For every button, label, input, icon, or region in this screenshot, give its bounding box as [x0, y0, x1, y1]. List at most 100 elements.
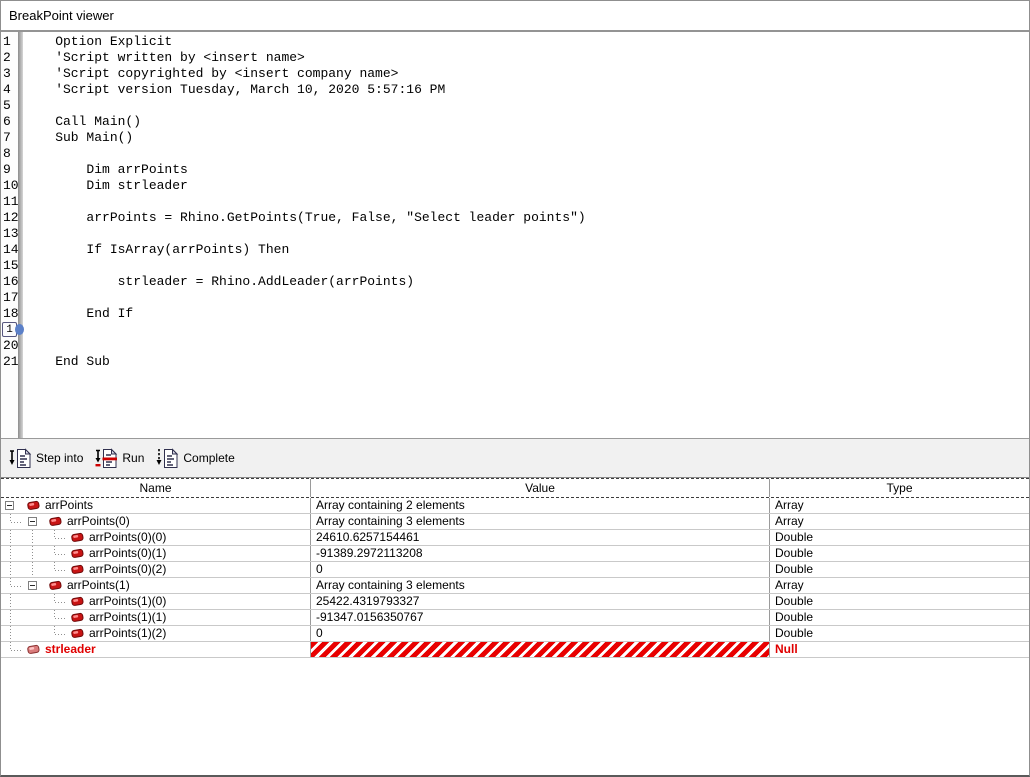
table-row[interactable]: arrPoints(1)(0) 25422.4319793327 Double [1, 594, 1029, 610]
variable-name: arrPoints(0)(2) [89, 562, 167, 576]
run-label: Run [122, 451, 145, 465]
variable-type: Array [775, 514, 804, 528]
current-line-marker: 1 [2, 322, 24, 337]
debug-toolbar: Step into Run Complete [1, 439, 1029, 478]
line-number: 4 [3, 82, 11, 97]
table-row[interactable]: arrPoints(1) Array containing 3 elements… [1, 578, 1029, 594]
variable-value: 24610.6257154461 [311, 530, 770, 545]
line-number: 18 [3, 306, 19, 321]
tree-guide-line [1, 594, 23, 609]
code-line: 'Script version Tuesday, March 10, 2020 … [24, 82, 446, 97]
line-number: 15 [3, 258, 19, 273]
variable-name: arrPoints [45, 498, 94, 512]
variable-name: arrPoints(1) [67, 578, 130, 592]
code-line: strleader = Rhino.AddLeader(arrPoints) [24, 274, 415, 289]
variable-type: Double [775, 546, 814, 560]
table-row[interactable]: arrPoints(0)(1) -91389.2972113208 Double [1, 546, 1029, 562]
variable-value: Array containing 2 elements [311, 498, 770, 513]
code-line: 'Script copyrighted by <insert company n… [24, 66, 399, 81]
variable-type: Null [775, 642, 798, 656]
variable-type: Array [775, 498, 804, 512]
breakpoint-viewer-window: BreakPoint viewer 1 2 3 4 5 6 7 8 9 10 1… [0, 0, 1030, 777]
tree-guide-line [1, 642, 23, 657]
variable-icon [27, 498, 40, 513]
variable-name: strleader [45, 642, 96, 656]
table-row[interactable]: arrPoints Array containing 2 elements Ar… [1, 498, 1029, 514]
tree-guide-line [45, 530, 67, 545]
variable-icon [71, 546, 84, 561]
complete-label: Complete [183, 451, 235, 465]
code-line: End If [24, 306, 134, 321]
code-line: If IsArray(arrPoints) Then [24, 242, 290, 257]
step-into-label: Step into [36, 451, 84, 465]
collapse-expander-icon[interactable] [28, 581, 37, 590]
code-line: Dim arrPoints [24, 162, 188, 177]
variable-type: Double [775, 626, 814, 640]
variable-icon [27, 642, 40, 657]
variable-type: Double [775, 562, 814, 576]
code-line: Sub Main() [24, 130, 134, 145]
tree-guide-line [45, 610, 67, 625]
tree-guide-line [45, 562, 67, 577]
variable-type: Double [775, 610, 814, 624]
column-header-value[interactable]: Value [311, 479, 770, 497]
line-number-gutter: 1 2 3 4 5 6 7 8 9 10 11 12 13 14 15 16 1… [1, 32, 24, 438]
variable-value: Array containing 3 elements [311, 514, 770, 529]
collapse-expander-icon[interactable] [28, 517, 37, 526]
code-area[interactable]: Option Explicit 'Script written by <inse… [23, 32, 1029, 438]
step-into-button[interactable]: Step into [9, 447, 84, 469]
title-bar: BreakPoint viewer [1, 1, 1029, 32]
tree-guide-line [23, 530, 45, 545]
variable-name: arrPoints(0) [67, 514, 130, 528]
line-number: 11 [3, 194, 19, 209]
table-row[interactable]: strleader Null [1, 642, 1029, 658]
variable-type: Double [775, 530, 814, 544]
variable-name: arrPoints(0)(0) [89, 530, 167, 544]
line-number: 20 [3, 338, 19, 353]
variable-name: arrPoints(1)(2) [89, 626, 167, 640]
code-line: Call Main() [24, 114, 142, 129]
window-title: BreakPoint viewer [9, 8, 114, 23]
variable-name: arrPoints(0)(1) [89, 546, 167, 560]
code-line: arrPoints = Rhino.GetPoints(True, False,… [24, 210, 586, 225]
variable-name: arrPoints(1)(0) [89, 594, 167, 608]
variable-value: 0 [311, 626, 770, 641]
tree-guide-line [1, 546, 23, 561]
variable-value: 25422.4319793327 [311, 594, 770, 609]
column-header-name[interactable]: Name [1, 479, 311, 497]
variable-value: -91347.0156350767 [311, 610, 770, 625]
line-number: 9 [3, 162, 11, 177]
table-row[interactable]: arrPoints(0)(2) 0 Double [1, 562, 1029, 578]
line-number: 3 [3, 66, 11, 81]
variable-icon [71, 610, 84, 625]
tree-guide-line [23, 626, 45, 641]
table-row[interactable]: arrPoints(0) Array containing 3 elements… [1, 514, 1029, 530]
complete-button[interactable]: Complete [156, 447, 235, 469]
line-number: 17 [3, 290, 19, 305]
column-header-type[interactable]: Type [770, 479, 1029, 497]
variable-type: Double [775, 594, 814, 608]
variable-value: -91389.2972113208 [311, 546, 770, 561]
variable-value: 0 [311, 562, 770, 577]
code-editor[interactable]: 1 2 3 4 5 6 7 8 9 10 11 12 13 14 15 16 1… [1, 32, 1029, 439]
table-row[interactable]: arrPoints(0)(0) 24610.6257154461 Double [1, 530, 1029, 546]
table-row[interactable]: arrPoints(1)(1) -91347.0156350767 Double [1, 610, 1029, 626]
tree-guide-line [1, 626, 23, 641]
line-number: 21 [3, 354, 19, 369]
tree-guide-line [23, 562, 45, 577]
line-number: 7 [3, 130, 11, 145]
variable-type: Array [775, 578, 804, 592]
table-row[interactable]: arrPoints(1)(2) 0 Double [1, 626, 1029, 642]
line-number: 2 [3, 50, 11, 65]
tree-guide-line [23, 610, 45, 625]
collapse-expander-icon[interactable] [5, 501, 14, 510]
tree-guide-line [45, 546, 67, 561]
run-button[interactable]: Run [95, 447, 145, 469]
